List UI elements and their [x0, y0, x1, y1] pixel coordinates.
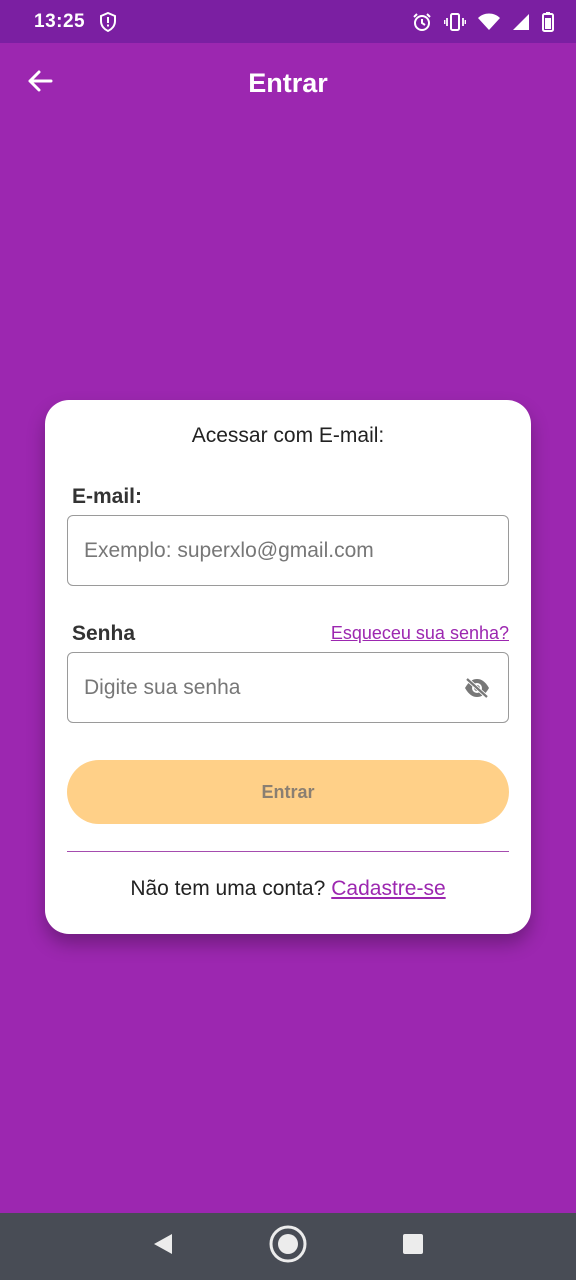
card-heading: Acessar com E-mail:	[191, 424, 385, 447]
nav-home-button[interactable]	[264, 1223, 312, 1271]
signup-row: Não tem uma conta? Cadastre-se	[45, 877, 531, 901]
email-label: E-mail:	[72, 485, 143, 508]
back-button[interactable]	[22, 65, 58, 101]
forgot-password-link[interactable]: Esqueceu sua senha?	[331, 623, 509, 644]
password-field[interactable]	[84, 675, 454, 700]
login-card: Acessar com E-mail: E-mail: Senha Esquec…	[45, 400, 531, 934]
back-triangle-icon	[152, 1232, 174, 1261]
password-label: Senha	[72, 622, 136, 645]
system-nav-bar	[0, 1213, 576, 1280]
password-field-box	[67, 652, 509, 723]
status-icons	[412, 11, 554, 32]
alarm-icon	[412, 12, 432, 32]
arrow-back-icon	[27, 69, 53, 98]
eye-off-icon[interactable]	[462, 673, 492, 703]
home-circle-icon	[268, 1224, 308, 1269]
login-button[interactable]: Entrar	[67, 760, 509, 824]
signup-prompt: Não tem uma conta?	[130, 877, 326, 900]
nav-back-button[interactable]	[139, 1223, 187, 1271]
nav-recents-button[interactable]	[389, 1223, 437, 1271]
signup-link[interactable]: Cadastre-se	[331, 877, 445, 900]
page-title: Entrar	[248, 67, 328, 98]
app-bar: Entrar	[0, 43, 576, 123]
vibrate-icon	[444, 12, 466, 32]
status-bar: 13:25	[0, 0, 576, 43]
email-field-box	[67, 515, 509, 586]
shield-alert-icon	[99, 11, 117, 32]
divider	[67, 851, 509, 852]
recents-square-icon	[402, 1233, 424, 1260]
battery-icon	[542, 11, 554, 32]
email-field[interactable]	[84, 538, 492, 563]
wifi-icon	[478, 13, 500, 31]
signal-icon	[512, 13, 530, 31]
status-time: 13:25	[34, 10, 86, 32]
